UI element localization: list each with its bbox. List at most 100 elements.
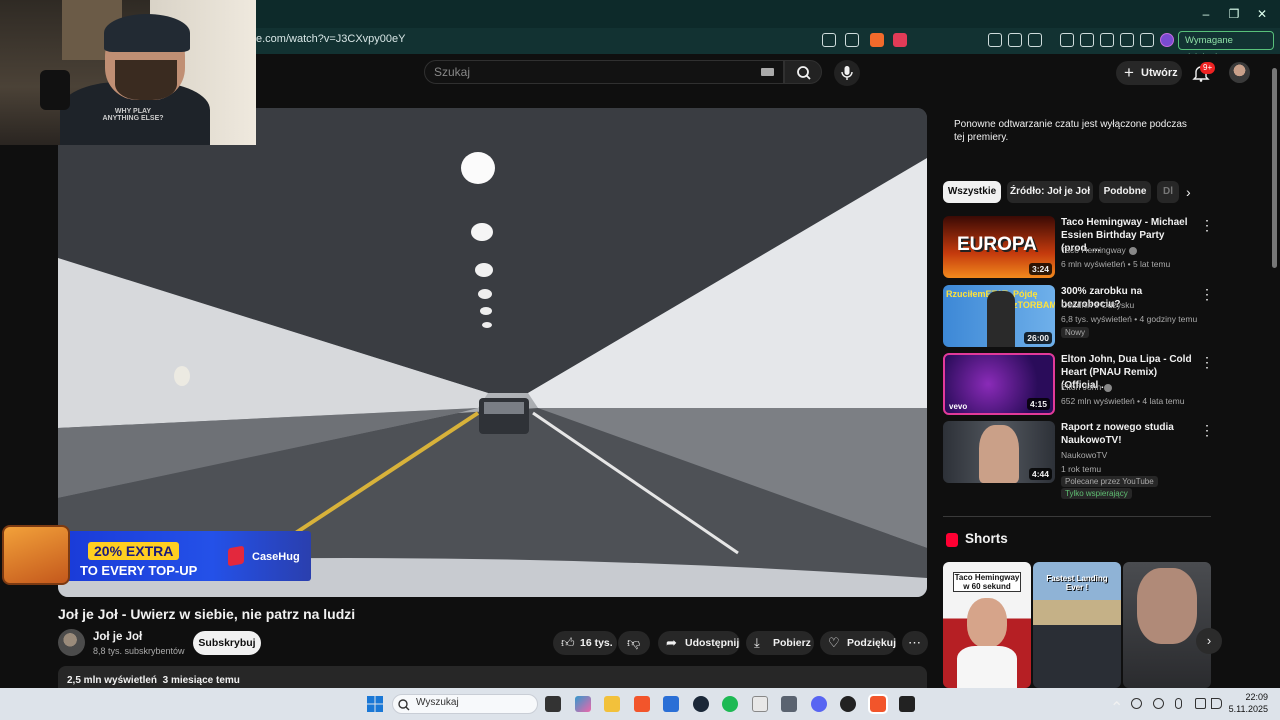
recommendation-item[interactable]: 4:44 Raport z nowego studia NaukowoTV! N…	[943, 421, 1214, 503]
voice-search-button[interactable]	[834, 60, 860, 86]
recommendation-item[interactable]: vevo 4:15 Elton John, Dua Lipa - Cold He…	[943, 353, 1214, 419]
channel-avatar[interactable]	[58, 629, 85, 656]
new-badge: Nowy	[1061, 327, 1090, 338]
search-box[interactable]	[424, 60, 784, 84]
create-button[interactable]: + Utwórz	[1116, 61, 1182, 85]
puzzle-icon[interactable]	[1008, 33, 1022, 47]
profile-icon[interactable]	[1160, 33, 1174, 47]
duration-badge: 4:44	[1028, 468, 1052, 480]
more-vert-icon[interactable]: ⋮	[1200, 422, 1214, 439]
like-count: 16 tys.	[580, 637, 613, 649]
video-player[interactable]	[58, 108, 927, 597]
brave-rewards-icon[interactable]	[893, 33, 907, 47]
video-thumbnail[interactable]: vevo 4:15	[943, 353, 1055, 415]
download-button[interactable]: ⤓ Pobierz	[746, 631, 814, 655]
rec-title[interactable]: Raport z nowego studia NaukowoTV!	[1061, 421, 1193, 447]
chip-source[interactable]: Źródło: Joł je Joł	[1007, 181, 1093, 203]
screenshot-icon[interactable]	[1028, 33, 1042, 47]
video-thumbnail[interactable]: EUROPA 3:24	[943, 216, 1055, 278]
ad-brand: CaseHug	[252, 551, 300, 563]
cloud-icon[interactable]	[1153, 698, 1164, 709]
copilot-icon[interactable]	[575, 696, 591, 712]
taskbar-search-label: Wyszukaj	[416, 697, 459, 708]
shorts-next-button[interactable]: ›	[1196, 628, 1222, 654]
share-page-icon[interactable]	[845, 33, 859, 47]
brave-shield-icon[interactable]	[870, 33, 884, 47]
search-button[interactable]	[784, 60, 822, 84]
wallet-icon[interactable]	[1100, 33, 1114, 47]
dislike-button[interactable]: 👎︎	[618, 631, 650, 655]
recommendation-item[interactable]: RzuciłemETAT Pójdę zTORBAMI 26:00 300% z…	[943, 285, 1214, 351]
vpn-icon[interactable]	[1140, 33, 1154, 47]
file-explorer-icon[interactable]	[604, 696, 620, 712]
chevron-right-icon[interactable]: ›	[1186, 184, 1191, 200]
more-actions-button[interactable]: ⋯	[902, 631, 928, 655]
webcam-overlay: WHY PLAY ANYTHING ELSE?	[0, 0, 256, 145]
rec-channel[interactable]: Elton John	[1061, 382, 1113, 392]
notification-badge: 9+	[1200, 62, 1216, 74]
terminal-icon[interactable]	[899, 696, 915, 712]
rec-channel[interactable]: Taco Hemingway	[1061, 245, 1137, 255]
more-vert-icon[interactable]: ⋮	[1200, 354, 1214, 371]
like-button[interactable]: 👍︎ 16 tys.	[553, 631, 617, 655]
cast-icon[interactable]	[822, 33, 836, 47]
video-thumbnail[interactable]: 4:44	[943, 421, 1055, 483]
download-icon: ⤓	[754, 635, 760, 650]
mic-tray-icon[interactable]	[1175, 698, 1182, 709]
task-view-icon[interactable]	[545, 696, 561, 712]
chip-all[interactable]: Wszystkie	[943, 181, 1001, 203]
obs-icon[interactable]	[840, 696, 856, 712]
leo-icon[interactable]	[1120, 33, 1134, 47]
clock-time[interactable]: 22:09	[1236, 692, 1268, 702]
keyboard-icon[interactable]	[761, 68, 774, 76]
account-avatar[interactable]	[1229, 62, 1250, 83]
media-icon[interactable]	[1060, 33, 1074, 47]
store-icon[interactable]	[663, 696, 679, 712]
short-item[interactable]	[1123, 562, 1211, 688]
chip-more[interactable]: Dl	[1157, 181, 1179, 203]
brave-icon[interactable]	[634, 696, 650, 712]
sync-icon[interactable]	[1131, 698, 1142, 709]
brave-active-icon[interactable]	[868, 694, 888, 714]
channel-name[interactable]: Joł je Joł	[93, 631, 142, 643]
short-item[interactable]: Fastest Landing Ever !	[1033, 562, 1121, 688]
minimize-icon[interactable]: –	[1198, 6, 1214, 22]
address-bar[interactable]: e.com/watch?v=J3CXvpy00eY	[256, 33, 406, 45]
steam-icon[interactable]	[693, 696, 709, 712]
rec-channel[interactable]: Osadnik z Odzysku	[1061, 300, 1134, 310]
extension-icon[interactable]	[988, 33, 1002, 47]
more-vert-icon[interactable]: ⋮	[1200, 217, 1214, 234]
windows-start-icon[interactable]	[367, 696, 383, 712]
taskbar-search-box[interactable]	[392, 694, 538, 714]
restore-icon[interactable]: ❐	[1226, 6, 1242, 22]
subscribe-button[interactable]: Subskrybuj	[193, 631, 261, 655]
rec-meta: 6,8 tys. wyświetleń • 4 godziny temu	[1061, 314, 1198, 324]
video-title: Joł je Joł - Uwierz w siebie, nie patrz …	[58, 606, 356, 622]
network-icon[interactable]	[1195, 698, 1206, 709]
share-button[interactable]: ➦ Udostępnij	[658, 631, 740, 655]
search-input[interactable]: Szukaj	[434, 65, 470, 79]
chip-related[interactable]: Podobne	[1099, 181, 1151, 203]
ad-headline: 20% EXTRA	[88, 542, 180, 560]
rec-channel[interactable]: NaukowoTV	[1061, 450, 1107, 460]
close-icon[interactable]: ✕	[1254, 6, 1270, 22]
more-vert-icon[interactable]: ⋮	[1200, 286, 1214, 303]
clock-date[interactable]: 5.11.2025	[1221, 704, 1268, 714]
notepad-icon[interactable]	[752, 696, 768, 712]
chevron-up-icon[interactable]: ⌃	[1110, 698, 1123, 717]
spotify-icon[interactable]	[722, 696, 738, 712]
duration-badge: 26:00	[1024, 332, 1052, 344]
recommendation-item[interactable]: EUROPA 3:24 Taco Hemingway - Michael Ess…	[943, 216, 1214, 282]
thumbs-down-icon: 👎︎	[627, 635, 641, 650]
video-thumbnail[interactable]: RzuciłemETAT Pójdę zTORBAMI 26:00	[943, 285, 1055, 347]
search-icon	[398, 699, 410, 711]
discord-icon[interactable]	[811, 696, 827, 712]
short-item[interactable]: Taco Hemingway w 60 sekund	[943, 562, 1031, 688]
calculator-icon[interactable]	[781, 696, 797, 712]
sidebar-icon[interactable]	[1080, 33, 1094, 47]
thanks-button[interactable]: ♡ Podziękuj	[820, 631, 896, 655]
microphone-image	[40, 70, 70, 110]
required-action-button[interactable]: Wymagane działanie	[1178, 31, 1274, 63]
scrollbar-thumb[interactable]	[1272, 68, 1277, 268]
short-caption: Taco Hemingway w 60 sekund	[953, 572, 1021, 592]
